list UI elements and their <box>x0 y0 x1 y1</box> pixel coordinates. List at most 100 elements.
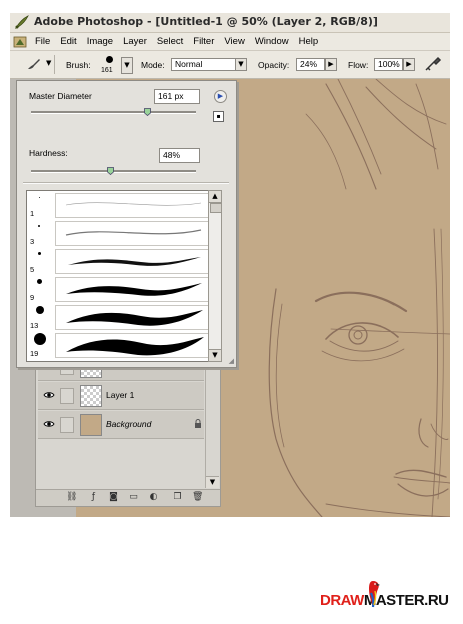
brush-preset-item[interactable]: 13 <box>27 303 208 331</box>
drawmaster-logo: DRAWMASTER.RU <box>320 581 460 619</box>
lock-icon <box>195 419 201 428</box>
brush-tip-icon <box>36 306 44 314</box>
brush-preview[interactable]: 161 <box>99 54 121 76</box>
menu-select[interactable]: Select <box>152 36 188 47</box>
new-layer-icon[interactable]: ❐ <box>172 492 183 503</box>
airbrush-icon[interactable] <box>424 56 442 72</box>
brush-size-label: 3 <box>30 237 35 246</box>
mode-value: Normal <box>175 59 203 69</box>
scroll-down-icon[interactable]: ▼ <box>206 476 219 488</box>
brush-label: Brush: <box>66 60 91 70</box>
menu-layer[interactable]: Layer <box>118 36 152 47</box>
hardness-slider-thumb[interactable] <box>107 167 115 175</box>
menu-edit[interactable]: Edit <box>55 36 81 47</box>
menu-help[interactable]: Help <box>294 36 324 47</box>
menu-bar: File Edit Image Layer Select Filter View… <box>10 33 450 51</box>
brush-preset-list: 1 3 5 9 13 19 <box>26 190 209 362</box>
flow-value: 100% <box>378 59 400 69</box>
scroll-down-icon[interactable]: ▼ <box>209 349 221 361</box>
layer-link-box[interactable] <box>60 417 74 433</box>
photoshop-feather-icon <box>14 15 29 29</box>
preset-scrollbar[interactable]: ▲ ▼ <box>208 190 222 362</box>
brush-tip-cell: 13 <box>27 303 53 331</box>
brush-size-label: 1 <box>30 209 35 218</box>
brush-tip-cell: 19 <box>27 331 53 359</box>
layers-scrollbar[interactable]: ▼ <box>205 356 219 488</box>
adjustment-layer-icon[interactable]: ◐ <box>148 492 159 503</box>
brush-preset-item[interactable]: 5 <box>27 247 208 275</box>
menu-file[interactable]: File <box>30 36 55 47</box>
title-bar: Adobe Photoshop - [Untitled-1 @ 50% (Lay… <box>10 13 450 33</box>
scroll-thumb[interactable] <box>210 203 222 213</box>
brush-preset-item[interactable]: 9 <box>27 275 208 303</box>
brush-preset-picker: Master Diameter 161 px ▶ ▪ Hardness: 48%… <box>16 80 237 368</box>
flow-label: Flow: <box>348 60 369 70</box>
brush-size-label: 5 <box>30 265 35 274</box>
brush-preset-item[interactable]: 1 <box>27 191 208 219</box>
brush-stroke-preview <box>55 305 208 330</box>
layer-style-icon[interactable]: ƒ <box>88 492 99 503</box>
layer-row[interactable]: Background <box>38 411 204 439</box>
layer-link-box[interactable] <box>60 388 74 404</box>
scroll-up-icon[interactable]: ▲ <box>209 191 221 203</box>
brush-dot-icon <box>106 56 113 63</box>
delete-layer-icon[interactable]: 🗑 <box>192 492 203 503</box>
resize-grip-icon[interactable]: ◢ <box>229 357 234 365</box>
hardness-input[interactable]: 48% <box>159 148 200 163</box>
opacity-label: Opacity: <box>258 60 290 70</box>
hardness-value: 48% <box>163 150 181 160</box>
brush-size-label: 161 <box>101 67 113 74</box>
brush-tip-cell: 1 <box>27 191 53 219</box>
menu-filter[interactable]: Filter <box>188 36 219 47</box>
menu-image[interactable]: Image <box>82 36 118 47</box>
layer-name[interactable]: Background <box>106 419 151 429</box>
brush-preset-item[interactable]: 3 <box>27 219 208 247</box>
opacity-input[interactable]: 24% <box>296 58 325 71</box>
brush-tip-icon <box>34 333 46 345</box>
menu-window[interactable]: Window <box>250 36 294 47</box>
options-bar: ▼ Brush: 161 ▼ Mode: Normal ▼ Opacity: 2… <box>10 51 450 79</box>
eye-icon[interactable] <box>43 420 55 428</box>
brush-tool-icon[interactable] <box>26 57 42 71</box>
layers-footer: ⛓ ƒ ◙ ▭ ◐ ❐ 🗑 <box>36 489 220 506</box>
master-diameter-slider[interactable] <box>31 111 196 114</box>
mode-select[interactable]: Normal <box>171 58 236 71</box>
opacity-slider-button[interactable]: ▶ <box>325 58 337 71</box>
master-diameter-slider-thumb[interactable] <box>143 108 151 116</box>
master-diameter-input[interactable]: 161 px <box>154 89 200 104</box>
flow-input[interactable]: 100% <box>374 58 403 71</box>
parrot-icon <box>369 581 380 608</box>
logo-text-draw: DRAW <box>320 592 364 609</box>
brush-picker-button[interactable]: ▼ <box>121 57 133 74</box>
mode-dropdown-button[interactable]: ▼ <box>235 58 247 71</box>
brush-tip-cell: 9 <box>27 275 53 303</box>
brush-menu-button[interactable]: ▶ <box>214 90 227 103</box>
master-diameter-label: Master Diameter <box>29 91 92 101</box>
brush-stroke-preview <box>55 333 208 358</box>
brush-tip-icon <box>37 279 42 284</box>
layer-name[interactable]: Layer 1 <box>106 390 134 400</box>
eye-icon[interactable] <box>43 391 55 399</box>
new-group-icon[interactable]: ▭ <box>128 492 139 503</box>
brush-size-label: 19 <box>30 349 39 358</box>
flow-slider-button[interactable]: ▶ <box>403 58 415 71</box>
link-layers-icon[interactable]: ⛓ <box>66 492 77 503</box>
menu-view[interactable]: View <box>219 36 249 47</box>
brush-size-label: 13 <box>30 321 39 330</box>
brush-tip-icon <box>39 197 40 198</box>
master-diameter-value: 161 px <box>158 91 184 101</box>
brush-tip-cell: 5 <box>27 247 53 275</box>
layer-mask-icon[interactable]: ◙ <box>108 492 119 503</box>
brush-tip-icon <box>38 252 41 255</box>
brush-size-label: 9 <box>30 293 35 302</box>
layer-thumbnail <box>80 385 102 407</box>
layer-row[interactable]: Layer 1 <box>38 382 204 410</box>
popup-divider <box>23 182 229 184</box>
brush-preset-item[interactable]: 19 <box>27 331 208 359</box>
opacity-value: 24% <box>300 59 318 69</box>
window-title: Adobe Photoshop - [Untitled-1 @ 50% (Lay… <box>34 15 378 28</box>
new-preset-icon[interactable]: ▪ <box>213 111 224 122</box>
layers-panel: Layer 1 Background ▼ ⛓ ƒ ◙ ▭ ◐ ❐ 🗑 <box>35 353 221 507</box>
app-menu-icon[interactable] <box>12 34 28 50</box>
tool-preset-arrow-icon[interactable]: ▼ <box>46 59 51 67</box>
